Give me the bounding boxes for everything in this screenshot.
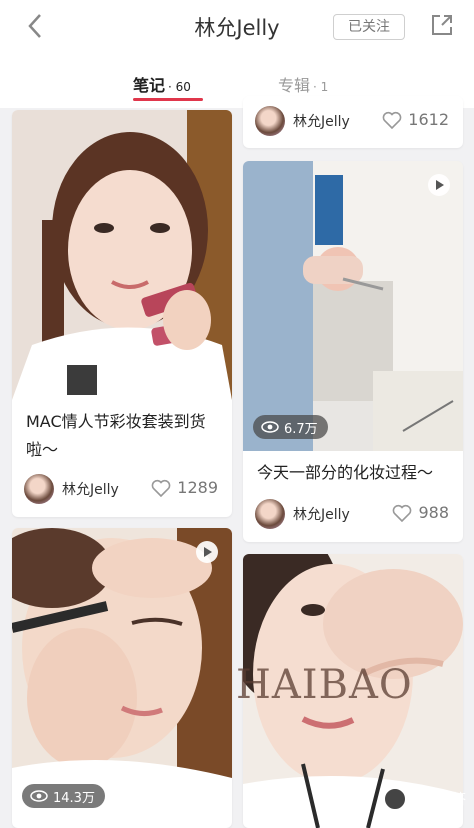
note-cover-image [243, 161, 463, 451]
heart-icon [393, 504, 412, 522]
note-cover-image [12, 110, 232, 400]
like-button[interactable]: 988 [392, 503, 449, 522]
brand-watermark: 悟空问答 [384, 788, 466, 810]
tab-albums-count: · 1 [313, 80, 329, 94]
tab-notes[interactable]: 笔记 · 60 [133, 72, 191, 96]
brand-logo-icon [384, 788, 406, 810]
eye-icon [261, 421, 279, 433]
note-caption: MAC情人节彩妆套装到货啦～ [26, 412, 206, 459]
heart-icon [382, 111, 402, 129]
video-play-icon [428, 174, 450, 196]
note-cover-image [12, 528, 232, 818]
eye-icon [30, 790, 48, 802]
like-button[interactable]: 1289 [151, 478, 218, 497]
author-name: 林允Jelly [293, 114, 350, 130]
note-author[interactable]: 林允Jelly [255, 499, 350, 529]
note-card[interactable]: 林允Jelly 1612 [243, 96, 463, 148]
note-caption: 今天一部分的化妆过程～ [257, 463, 434, 482]
view-count-badge: 14.3万 [22, 784, 105, 808]
note-author[interactable]: 林允Jelly [255, 106, 350, 136]
avatar [255, 106, 285, 136]
note-card[interactable]: MAC情人节彩妆套装到货啦～ 林允Jelly 1289 [12, 110, 232, 517]
avatar [24, 474, 54, 504]
like-button[interactable]: 1612 [382, 110, 449, 129]
tab-notes-count: · 60 [168, 80, 191, 94]
tab-albums-label: 专辑 [278, 76, 311, 95]
tab-albums[interactable]: 专辑 · 1 [278, 72, 328, 96]
view-count-badge: 6.7万 [253, 415, 328, 439]
video-play-icon [196, 541, 218, 563]
like-count: 988 [418, 503, 449, 522]
follow-button[interactable]: 已关注 [333, 14, 405, 40]
author-name: 林允Jelly [62, 482, 119, 498]
brand-name: 悟空问答 [410, 792, 466, 808]
tab-notes-label: 笔记 [133, 76, 166, 95]
note-card[interactable]: 6.7万 今天一部分的化妆过程～ 林允Jelly 988 [243, 161, 463, 542]
like-count: 1289 [177, 478, 218, 497]
author-name: 林允Jelly [293, 507, 350, 523]
view-count: 6.7万 [284, 421, 318, 437]
note-card[interactable]: 14.3万 [12, 528, 232, 828]
heart-icon [151, 479, 171, 497]
like-count: 1612 [408, 110, 449, 129]
avatar [255, 499, 285, 529]
active-tab-indicator [133, 98, 203, 101]
note-author[interactable]: 林允Jelly [24, 474, 119, 504]
top-bar: 林允Jelly 已关注 笔记 · 60 专辑 · 1 [0, 0, 474, 108]
view-count: 14.3万 [53, 790, 95, 806]
share-icon[interactable] [430, 13, 454, 37]
watermark: HAIBAO [236, 662, 413, 708]
